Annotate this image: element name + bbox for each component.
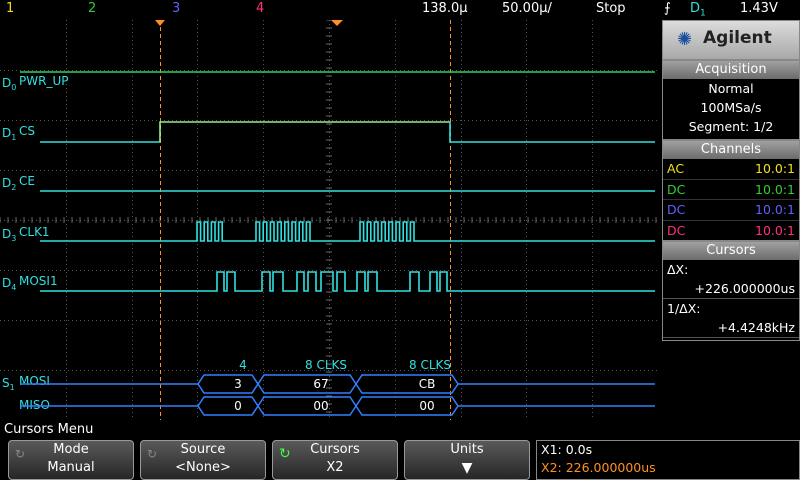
miso-value-1: 0 bbox=[234, 399, 242, 413]
channel-1-label[interactable]: 1 bbox=[6, 1, 14, 16]
trigger-level: 1.43V bbox=[740, 1, 778, 16]
miso-value-3: 00 bbox=[419, 399, 434, 413]
serial-mosi-name: MOSI bbox=[19, 374, 50, 388]
miso-packet-1 bbox=[197, 396, 259, 416]
trigger-edge-icon: ⨍ bbox=[664, 1, 671, 16]
mode-softkey[interactable]: ↻ Mode Manual bbox=[8, 440, 134, 480]
s1-prefix: S1 bbox=[2, 376, 15, 392]
cursors-box: Cursors ΔX: +226.000000us 1/ΔX: +4.4248k… bbox=[662, 241, 800, 341]
time-reference-marker bbox=[331, 20, 343, 26]
channel-1-row: AC 10.0:1 bbox=[663, 159, 799, 180]
mosi-value-3: CB bbox=[419, 377, 436, 391]
down-arrow-icon: ▼ bbox=[461, 460, 473, 476]
mosi-value-2: 67 bbox=[313, 377, 328, 391]
mosi-value-1: 3 bbox=[234, 377, 242, 391]
channels-title: Channels bbox=[663, 141, 799, 159]
softkey-menu: Cursors Menu ↻ Mode Manual ↻ Source <Non… bbox=[0, 420, 800, 480]
channel-3-row: DC 10.0:1 bbox=[663, 200, 799, 221]
channel-4-label[interactable]: 4 bbox=[256, 1, 264, 16]
channel-3-ratio: 10.0:1 bbox=[755, 202, 795, 217]
acquisition-title: Acquisition bbox=[663, 61, 799, 79]
d3-prefix: D3 bbox=[2, 227, 16, 243]
acquisition-mode: Normal bbox=[708, 81, 754, 96]
brand-box: ✺ Agilent bbox=[662, 20, 800, 60]
mode-value: Manual bbox=[47, 460, 95, 475]
channel-4-coupling: DC bbox=[667, 222, 686, 238]
d1-trace-tail bbox=[449, 122, 655, 143]
d0-prefix: D0 bbox=[2, 76, 16, 92]
channel-4-row: DC 10.0:1 bbox=[663, 221, 799, 241]
cursor-readout: X1: 0.0s X2: 226.000000us bbox=[536, 440, 800, 480]
info-panel: ✺ Agilent Acquisition Normal 100MSa/s Se… bbox=[660, 20, 800, 420]
channel-4-ratio: 10.0:1 bbox=[755, 222, 795, 238]
mosi-packet-3 bbox=[355, 374, 459, 394]
d3-name: CLK1 bbox=[19, 225, 50, 239]
d4-prefix: D4 bbox=[2, 276, 16, 292]
units-label: Units bbox=[450, 442, 484, 457]
acquisition-box: Acquisition Normal 100MSa/s Segment: 1/2 bbox=[662, 60, 800, 140]
inverse-delta-x-label: 1/ΔX: bbox=[667, 301, 701, 316]
mosi-packet-2 bbox=[257, 374, 357, 394]
d1-name: CS bbox=[19, 124, 35, 138]
cursors-softkey[interactable]: ↻ Cursors X2 bbox=[272, 440, 398, 480]
source-knob-icon: ↻ bbox=[147, 447, 158, 461]
cursors-knob-icon: ↻ bbox=[279, 446, 291, 462]
serial-miso-name: MISO bbox=[19, 398, 50, 412]
channel-2-label[interactable]: 2 bbox=[88, 1, 96, 16]
channels-box: Channels AC 10.0:1 DC 10.0:1 DC 10.0:1 D… bbox=[662, 140, 800, 241]
trigger-source: D1 bbox=[690, 1, 706, 19]
d4-name: MOSI1 bbox=[19, 274, 58, 288]
segment: Segment: 1/2 bbox=[688, 119, 774, 134]
status-bar: 1 2 3 4 138.0µ 50.00µ/ Stop ⨍ D1 1.43V bbox=[0, 0, 800, 20]
sample-rate: 100MSa/s bbox=[700, 100, 762, 115]
x2-readout: X2: 226.000000us bbox=[541, 460, 656, 475]
time-per-div: 138.0µ bbox=[422, 1, 468, 16]
mode-knob-icon: ↻ bbox=[15, 447, 26, 461]
miso-packet-3 bbox=[355, 396, 459, 416]
delta-x-label: ΔX: bbox=[667, 262, 689, 277]
waveform-display[interactable]: D0 PWR_UP D1 CS D2 CE D3 CLK1 D4 MOSI1 S… bbox=[0, 19, 658, 420]
cursors-label: Cursors bbox=[310, 442, 360, 457]
run-state: Stop bbox=[596, 1, 626, 16]
channel-2-row: DC 10.0:1 bbox=[663, 180, 799, 200]
clk-count-label-2: 8 CLKS bbox=[305, 358, 347, 372]
channel-2-ratio: 10.0:1 bbox=[755, 181, 795, 197]
mosi-packet-1 bbox=[197, 374, 259, 394]
agilent-logo-icon: ✺ bbox=[677, 29, 693, 50]
x1-readout: X1: 0.0s bbox=[541, 442, 593, 457]
channel-3-coupling: DC bbox=[667, 202, 686, 217]
cursors-value: X2 bbox=[326, 460, 344, 475]
delay-value: 50.00µ/ bbox=[502, 1, 552, 16]
inverse-delta-x-value: +4.4248kHz bbox=[663, 318, 799, 338]
d1-trace-high bbox=[159, 121, 450, 142]
clk-count-label-3: 8 CLKS bbox=[409, 358, 451, 372]
waveform-svg: D0 PWR_UP D1 CS D2 CE D3 CLK1 D4 MOSI1 S… bbox=[0, 19, 657, 420]
brand-name: Agilent bbox=[703, 28, 772, 48]
source-softkey[interactable]: ↻ Source <None> bbox=[140, 440, 266, 480]
d2-prefix: D2 bbox=[2, 176, 16, 192]
source-label: Source bbox=[180, 442, 226, 457]
units-softkey[interactable]: Units ▼ bbox=[404, 440, 530, 480]
miso-value-2: 00 bbox=[313, 399, 328, 413]
d0-name: PWR_UP bbox=[19, 74, 68, 88]
mode-label: Mode bbox=[53, 442, 89, 457]
d1-prefix: D1 bbox=[2, 126, 16, 142]
channel-3-label[interactable]: 3 bbox=[172, 1, 180, 16]
miso-packet-2 bbox=[257, 396, 357, 416]
channel-2-coupling: DC bbox=[667, 181, 686, 197]
menu-title: Cursors Menu bbox=[4, 422, 94, 437]
cursors-title: Cursors bbox=[663, 242, 799, 260]
clk-count-label-1: 4 bbox=[239, 358, 247, 372]
source-value: <None> bbox=[175, 460, 231, 475]
d2-name: CE bbox=[19, 174, 35, 188]
channel-1-coupling: AC bbox=[667, 161, 685, 176]
delta-x-value: +226.000000us bbox=[663, 279, 799, 299]
channel-1-ratio: 10.0:1 bbox=[755, 161, 795, 176]
